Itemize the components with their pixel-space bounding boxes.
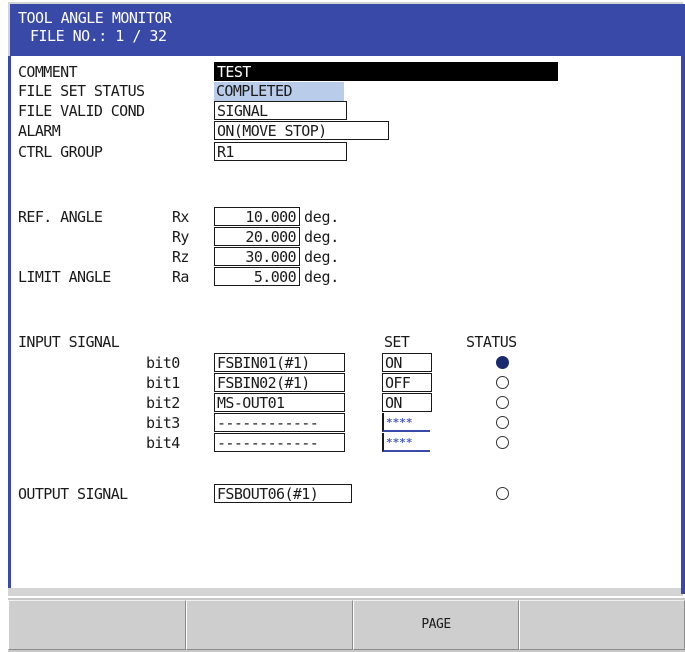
alarm-field[interactable]: ON(MOVE STOP) (214, 121, 389, 140)
file-valid-cond-field[interactable]: SIGNAL (214, 101, 347, 120)
ry-unit: deg. (304, 228, 339, 246)
rx-unit: deg. (304, 208, 339, 226)
bit0-signal-field[interactable]: FSBIN01(#1) (214, 353, 345, 372)
rz-unit: deg. (304, 248, 339, 266)
comment-field[interactable]: TEST (214, 62, 558, 81)
output-signal-field[interactable]: FSBOUT06(#1) (214, 484, 352, 503)
bit0-label: bit0 (146, 354, 180, 372)
limit-angle-label: LIMIT ANGLE (18, 268, 111, 286)
function-key-4[interactable] (519, 600, 685, 650)
bit1-label: bit1 (146, 374, 180, 392)
output-signal-label: OUTPUT SIGNAL (18, 485, 128, 503)
bit0-set-field[interactable]: ON (382, 353, 432, 372)
ctrl-group-label: CTRL GROUP (18, 143, 103, 161)
bit2-set-field[interactable]: ON (382, 393, 432, 412)
bit0-status-indicator (496, 356, 509, 369)
ra-unit: deg. (304, 268, 339, 286)
bit4-label: bit4 (146, 434, 180, 452)
alarm-label: ALARM (18, 122, 61, 140)
bit4-signal-field[interactable]: ------------ (214, 433, 345, 452)
bit3-signal-field[interactable]: ------------ (214, 413, 345, 432)
bit2-signal-field[interactable]: MS-OUT01 (214, 393, 345, 412)
rz-axis-label: Rz (172, 248, 189, 266)
file-valid-cond-label: FILE VALID COND (18, 102, 145, 120)
rx-axis-label: Rx (172, 208, 189, 226)
ref-angle-label: REF. ANGLE (18, 208, 103, 226)
rz-angle-field[interactable]: 30.000 (214, 247, 300, 266)
bit3-set-field: **** (382, 413, 430, 432)
main-panel: COMMENT TEST FILE SET STATUS COMPLETED F… (10, 56, 681, 588)
ry-angle-field[interactable]: 20.000 (214, 227, 300, 246)
bit3-label: bit3 (146, 414, 180, 432)
title-bar: TOOL ANGLE MONITOR FILE NO.: 1 / 32 (10, 4, 681, 56)
ctrl-group-field[interactable]: R1 (214, 142, 347, 161)
ra-axis-label: Ra (172, 268, 189, 286)
file-set-status-value: COMPLETED (214, 82, 344, 101)
bit4-set-field: **** (382, 433, 430, 452)
rx-angle-field[interactable]: 10.000 (214, 207, 300, 226)
ra-angle-field[interactable]: 5.000 (214, 267, 300, 286)
comment-label: COMMENT (18, 63, 78, 81)
file-set-status-label: FILE SET STATUS (18, 82, 145, 100)
set-column-header: SET (384, 333, 410, 351)
input-signal-label: INPUT SIGNAL (18, 333, 120, 351)
page-button[interactable]: PAGE (353, 600, 519, 650)
file-number: FILE NO.: 1 / 32 (30, 27, 167, 45)
bit2-label: bit2 (146, 394, 180, 412)
left-border (8, 56, 11, 588)
ry-axis-label: Ry (172, 228, 189, 246)
function-key-2[interactable] (186, 600, 353, 650)
bit1-status-indicator (496, 376, 509, 389)
bit1-set-field[interactable]: OFF (382, 373, 432, 392)
bit3-status-indicator (496, 416, 509, 429)
bit4-status-indicator (496, 436, 509, 449)
bit1-signal-field[interactable]: FSBIN02(#1) (214, 373, 345, 392)
bit2-status-indicator (496, 396, 509, 409)
function-key-1[interactable] (8, 600, 186, 650)
function-key-bar: PAGE (8, 596, 685, 652)
output-status-indicator (496, 487, 509, 500)
screen-title: TOOL ANGLE MONITOR (18, 9, 172, 27)
right-border (681, 4, 685, 594)
status-column-header: STATUS (466, 333, 517, 351)
